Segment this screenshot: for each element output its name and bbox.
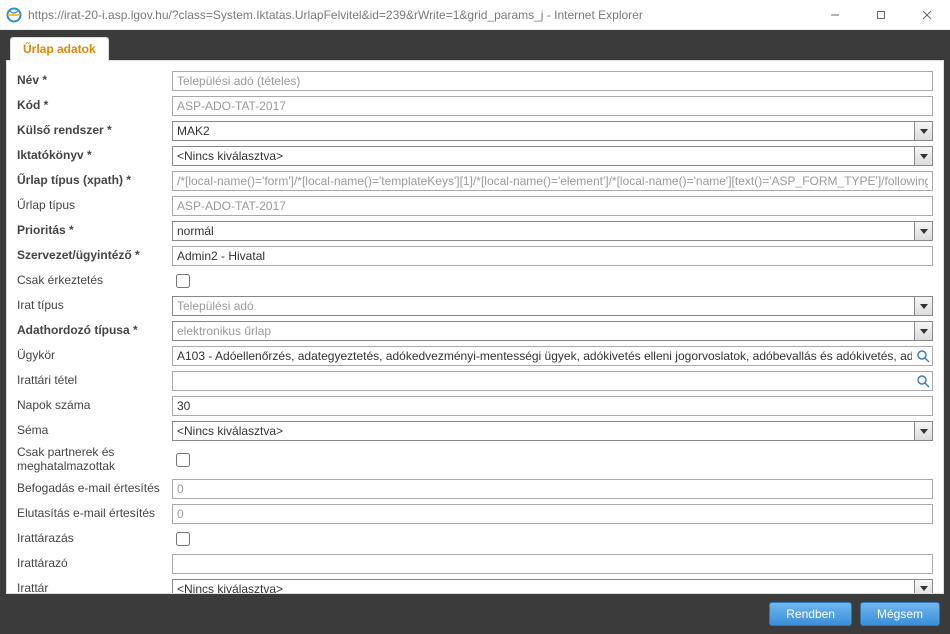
input-irattarazo[interactable]	[172, 554, 933, 574]
label-nev: Név *	[17, 74, 172, 88]
checkbox-csak-erkeztetes[interactable]	[176, 274, 190, 288]
input-elutasitas-email[interactable]	[172, 504, 933, 524]
input-kod[interactable]	[172, 96, 933, 116]
combo-irat-tipus-text: Települési adó	[173, 299, 914, 313]
input-befogadas-email[interactable]	[172, 479, 933, 499]
input-irattari-tetel[interactable]	[172, 371, 933, 391]
ok-button[interactable]: Rendben	[769, 602, 852, 626]
dialog-button-row: Rendben Mégsem	[6, 594, 944, 628]
input-nev[interactable]	[172, 71, 933, 91]
label-kulso-rendszer: Külső rendszer *	[17, 124, 172, 138]
label-urlap-tipus: Űrlap típus	[17, 199, 172, 213]
label-adathordozo: Adathordozó típusa *	[17, 324, 172, 338]
combo-kulso-rendszer[interactable]: MAK2	[172, 121, 933, 141]
chevron-down-icon	[914, 222, 932, 240]
chevron-down-icon	[914, 147, 932, 165]
window-title: https://irat-20-i.asp.lgov.hu/?class=Sys…	[28, 8, 643, 22]
combo-iktatokonyv-text: <Nincs kiválasztva>	[173, 149, 914, 163]
label-ugykor: Ügykör	[17, 349, 172, 363]
chevron-down-icon	[914, 322, 932, 340]
combo-prioritas[interactable]: normál	[172, 221, 933, 241]
label-irattarazas: Irattárazás	[17, 532, 172, 546]
window-minimize-button[interactable]	[812, 0, 858, 30]
combo-irattar[interactable]: <Nincs kiválasztva>	[172, 579, 933, 594]
ie-icon	[6, 7, 22, 23]
window-titlebar: https://irat-20-i.asp.lgov.hu/?class=Sys…	[0, 0, 950, 30]
input-napok-szama[interactable]	[172, 396, 933, 416]
label-irattarazo: Irattárazó	[17, 557, 172, 571]
combo-kulso-rendszer-text: MAK2	[173, 124, 914, 138]
chevron-down-icon	[914, 122, 932, 140]
search-icon[interactable]	[915, 373, 931, 389]
combo-prioritas-text: normál	[173, 224, 914, 238]
combo-adathordozo[interactable]: elektronikus űrlap	[172, 321, 933, 341]
form-panel: Név * Kód * Külső rendszer * MAK2 Iktató…	[6, 60, 944, 594]
label-kod: Kód *	[17, 99, 172, 113]
label-csak-erkeztetes: Csak érkeztetés	[17, 274, 172, 288]
label-sema: Séma	[17, 424, 172, 438]
checkbox-csak-partnerek[interactable]	[176, 453, 190, 467]
label-elutasitas-email: Elutasítás e-mail értesítés	[17, 507, 172, 521]
window-close-button[interactable]	[904, 0, 950, 30]
dialog-shell: Űrlap adatok Név * Kód * Külső rendszer …	[0, 30, 950, 634]
label-irat-tipus: Irat típus	[17, 299, 172, 313]
label-csak-partnerek: Csak partnerek és meghatalmazottak	[17, 446, 172, 474]
combo-adathordozo-text: elektronikus űrlap	[173, 324, 914, 338]
combo-sema-text: <Nincs kiválasztva>	[173, 424, 914, 438]
tab-urlap-adatok[interactable]: Űrlap adatok	[10, 37, 109, 61]
label-urlap-tipus-xpath: Űrlap típus (xpath) *	[17, 174, 172, 188]
label-prioritas: Prioritás *	[17, 224, 172, 238]
combo-sema[interactable]: <Nincs kiválasztva>	[172, 421, 933, 441]
combo-irat-tipus[interactable]: Települési adó	[172, 296, 933, 316]
input-urlap-tipus	[172, 196, 933, 216]
combo-iktatokonyv[interactable]: <Nincs kiválasztva>	[172, 146, 933, 166]
search-icon[interactable]	[915, 348, 931, 364]
label-befogadas-email: Befogadás e-mail értesítés	[17, 482, 172, 496]
input-ugykor[interactable]	[172, 346, 933, 366]
cancel-button[interactable]: Mégsem	[860, 602, 940, 626]
chevron-down-icon	[914, 580, 932, 594]
input-urlap-tipus-xpath[interactable]	[172, 171, 933, 191]
chevron-down-icon	[914, 422, 932, 440]
checkbox-irattarazas[interactable]	[176, 532, 190, 546]
window-maximize-button[interactable]	[858, 0, 904, 30]
label-iktatokonyv: Iktatókönyv *	[17, 149, 172, 163]
label-szervezet: Szervezet/ügyintéző *	[17, 249, 172, 263]
label-irattar: Irattár	[17, 582, 172, 594]
combo-irattar-text: <Nincs kiválasztva>	[173, 582, 914, 594]
label-irattari-tetel: Irattári tétel	[17, 374, 172, 388]
chevron-down-icon	[914, 297, 932, 315]
input-szervezet[interactable]	[172, 246, 933, 266]
label-napok-szama: Napok száma	[17, 399, 172, 413]
